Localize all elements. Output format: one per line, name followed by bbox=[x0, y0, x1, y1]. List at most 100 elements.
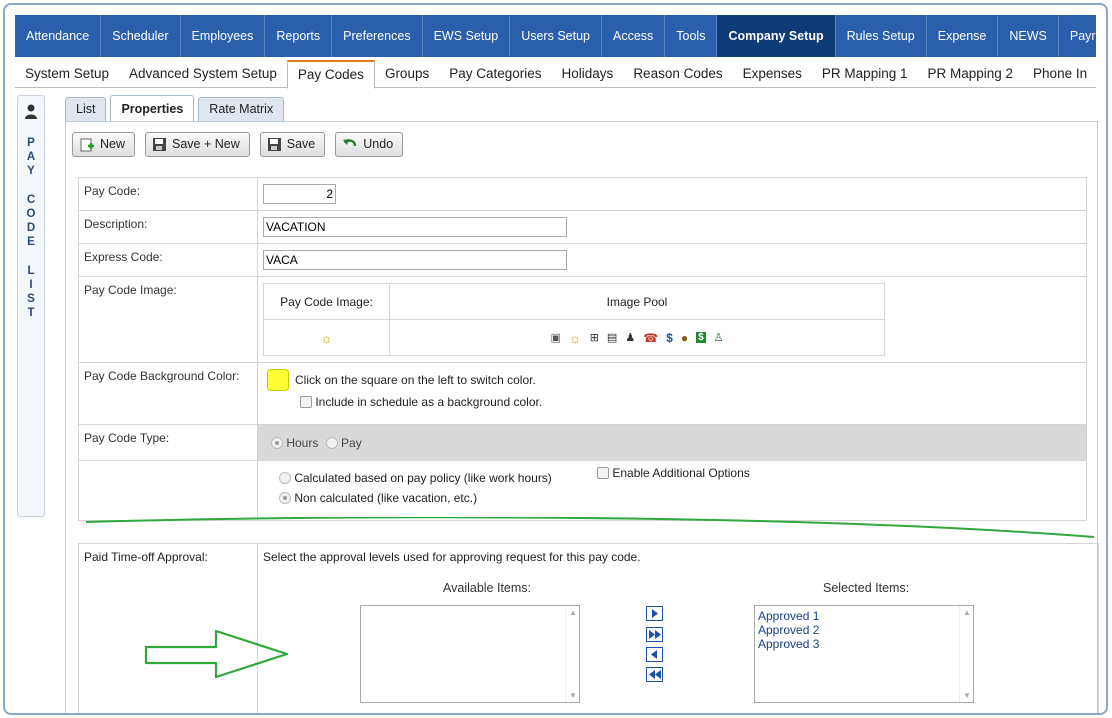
pay-radio[interactable] bbox=[325, 436, 338, 449]
subnav-expenses[interactable]: Expenses bbox=[733, 60, 812, 88]
express-code-label: Express Code: bbox=[78, 243, 258, 277]
user-icon[interactable]: ♙ bbox=[714, 331, 724, 344]
money-icon[interactable]: $ bbox=[696, 332, 706, 343]
color-hint: Click on the square on the left to switc… bbox=[295, 373, 536, 387]
include-background-checkbox[interactable] bbox=[300, 396, 312, 408]
medical-kit-icon[interactable]: ⊞ bbox=[590, 331, 599, 344]
floppy-icon bbox=[153, 138, 167, 151]
description-label: Description: bbox=[78, 210, 258, 244]
pay-label: Pay bbox=[341, 435, 362, 450]
nav-tools[interactable]: Tools bbox=[665, 15, 718, 57]
nav-attendance[interactable]: Attendance bbox=[15, 15, 102, 57]
pay-code-list-label: P A Y C O D E L I S T bbox=[26, 137, 36, 320]
undo-label: Undo bbox=[363, 137, 394, 151]
subnav-pay-codes[interactable]: Pay Codes bbox=[286, 60, 375, 89]
sun-icon[interactable]: ☼ bbox=[569, 330, 582, 346]
new-icon bbox=[80, 138, 94, 151]
nav-access[interactable]: Access bbox=[602, 15, 666, 57]
subnav-advanced-system-setup[interactable]: Advanced System Setup bbox=[119, 60, 287, 88]
arrow-right-icon bbox=[652, 609, 658, 618]
image-pool-header: Image Pool bbox=[389, 283, 885, 320]
move-all-left-button[interactable] bbox=[646, 667, 663, 682]
pay-code-form: Pay Code: Description: Express Code: Pay… bbox=[78, 177, 1087, 521]
undo-icon bbox=[343, 139, 357, 147]
save-new-button[interactable]: Save + New bbox=[145, 132, 250, 157]
tab-list[interactable]: List bbox=[65, 97, 107, 122]
pay-code-type-label: Pay Code Type: bbox=[78, 424, 258, 461]
express-code-input[interactable] bbox=[263, 250, 567, 270]
content-tabs: List Properties Rate Matrix bbox=[65, 95, 285, 122]
calendar-icon[interactable]: ▣ bbox=[550, 331, 560, 344]
available-scrollbar[interactable]: ▲ ▼ bbox=[565, 606, 579, 702]
selected-item[interactable]: Approved 1 bbox=[758, 609, 970, 623]
background-color-label: Pay Code Background Color: bbox=[78, 362, 258, 425]
subnav-system-setup[interactable]: System Setup bbox=[15, 60, 119, 88]
new-label: New bbox=[100, 137, 126, 151]
subnav-pr-mapping-1[interactable]: PR Mapping 1 bbox=[812, 60, 918, 88]
phone-icon[interactable]: ☎ bbox=[643, 331, 658, 345]
sub-nav: System Setup Advanced System Setup Pay C… bbox=[15, 60, 1097, 89]
move-right-button[interactable] bbox=[646, 606, 663, 621]
nav-payroll[interactable]: Payroll bbox=[1059, 15, 1106, 57]
enable-additional-checkbox[interactable] bbox=[597, 467, 609, 479]
subnav-pr-mapping-2[interactable]: PR Mapping 2 bbox=[917, 60, 1023, 88]
nav-reports[interactable]: Reports bbox=[265, 15, 333, 57]
annotation-arrow bbox=[144, 629, 289, 679]
calculated-label: Calculated based on pay policy (like wor… bbox=[294, 471, 552, 485]
nav-news[interactable]: NEWS bbox=[998, 15, 1059, 57]
person-icon bbox=[24, 104, 38, 122]
include-background-label: Include in schedule as a background colo… bbox=[315, 395, 543, 409]
pay-code-input[interactable] bbox=[263, 184, 336, 204]
save-label: Save bbox=[286, 137, 316, 151]
move-all-right-button[interactable] bbox=[646, 627, 663, 642]
subnav-groups[interactable]: Groups bbox=[375, 60, 439, 88]
save-new-label: Save + New bbox=[172, 137, 240, 151]
selected-image: ☼ bbox=[263, 319, 390, 356]
app-frame: Attendance Scheduler Employees Reports P… bbox=[3, 3, 1108, 715]
save-button[interactable]: Save bbox=[259, 132, 326, 157]
selected-item[interactable]: Approved 3 bbox=[758, 637, 970, 651]
tab-properties[interactable]: Properties bbox=[110, 95, 195, 122]
double-arrow-left-icon bbox=[648, 670, 661, 679]
selected-item[interactable]: Approved 2 bbox=[758, 623, 970, 637]
hours-label: Hours bbox=[286, 435, 319, 450]
image-pool: ▣ ☼ ⊞ ▤ ♟ ☎ $ ● $ ♙ bbox=[389, 319, 885, 356]
nav-preferences[interactable]: Preferences bbox=[332, 15, 423, 57]
subnav-holidays[interactable]: Holidays bbox=[552, 60, 624, 88]
calendar-one-icon[interactable]: ▤ bbox=[607, 331, 617, 344]
tab-rate-matrix[interactable]: Rate Matrix bbox=[198, 97, 285, 122]
dollar-icon[interactable]: $ bbox=[666, 331, 673, 345]
subnav-pay-categories[interactable]: Pay Categories bbox=[439, 60, 551, 88]
pay-code-list-panel[interactable]: P A Y C O D E L I S T bbox=[17, 95, 45, 517]
new-button[interactable]: New bbox=[72, 132, 136, 157]
hours-radio[interactable] bbox=[271, 436, 283, 449]
subnav-phone-in[interactable]: Phone In bbox=[1023, 60, 1097, 88]
color-swatch[interactable] bbox=[267, 369, 289, 391]
nav-company-setup[interactable]: Company Setup bbox=[717, 15, 836, 57]
toolbar: New Save + New Save Undo bbox=[72, 132, 404, 157]
undo-button[interactable]: Undo bbox=[335, 132, 404, 157]
person-icon[interactable]: ♟ bbox=[625, 331, 635, 344]
nav-scheduler[interactable]: Scheduler bbox=[101, 15, 181, 57]
nav-rules-setup[interactable]: Rules Setup bbox=[836, 15, 927, 57]
non-calculated-radio[interactable] bbox=[279, 492, 291, 504]
double-arrow-right-icon bbox=[648, 630, 661, 639]
image-column-header: Pay Code Image: bbox=[263, 283, 390, 320]
selected-items-list[interactable]: Approved 1 Approved 2 Approved 3 ▲ ▼ bbox=[754, 605, 974, 703]
move-left-button[interactable] bbox=[646, 647, 663, 662]
image-picker: Pay Code Image: Image Pool ☼ ▣ ☼ ⊞ ▤ ♟ ☎… bbox=[263, 283, 885, 356]
selected-items-label: Selected Items: bbox=[823, 581, 910, 595]
burger-icon[interactable]: ● bbox=[681, 331, 688, 345]
description-input[interactable] bbox=[263, 217, 567, 237]
subnav-reason-codes[interactable]: Reason Codes bbox=[623, 60, 732, 88]
nav-users-setup[interactable]: Users Setup bbox=[510, 15, 602, 57]
selected-scrollbar[interactable]: ▲ ▼ bbox=[959, 606, 973, 702]
pay-code-image-label: Pay Code Image: bbox=[78, 276, 258, 363]
calculated-radio[interactable] bbox=[279, 472, 291, 484]
enable-additional-label: Enable Additional Options bbox=[612, 466, 750, 480]
nav-ews-setup[interactable]: EWS Setup bbox=[423, 15, 511, 57]
nav-employees[interactable]: Employees bbox=[181, 15, 266, 57]
nav-expense[interactable]: Expense bbox=[927, 15, 999, 57]
available-items-list[interactable]: ▲ ▼ bbox=[360, 605, 580, 703]
floppy-icon bbox=[267, 138, 281, 151]
